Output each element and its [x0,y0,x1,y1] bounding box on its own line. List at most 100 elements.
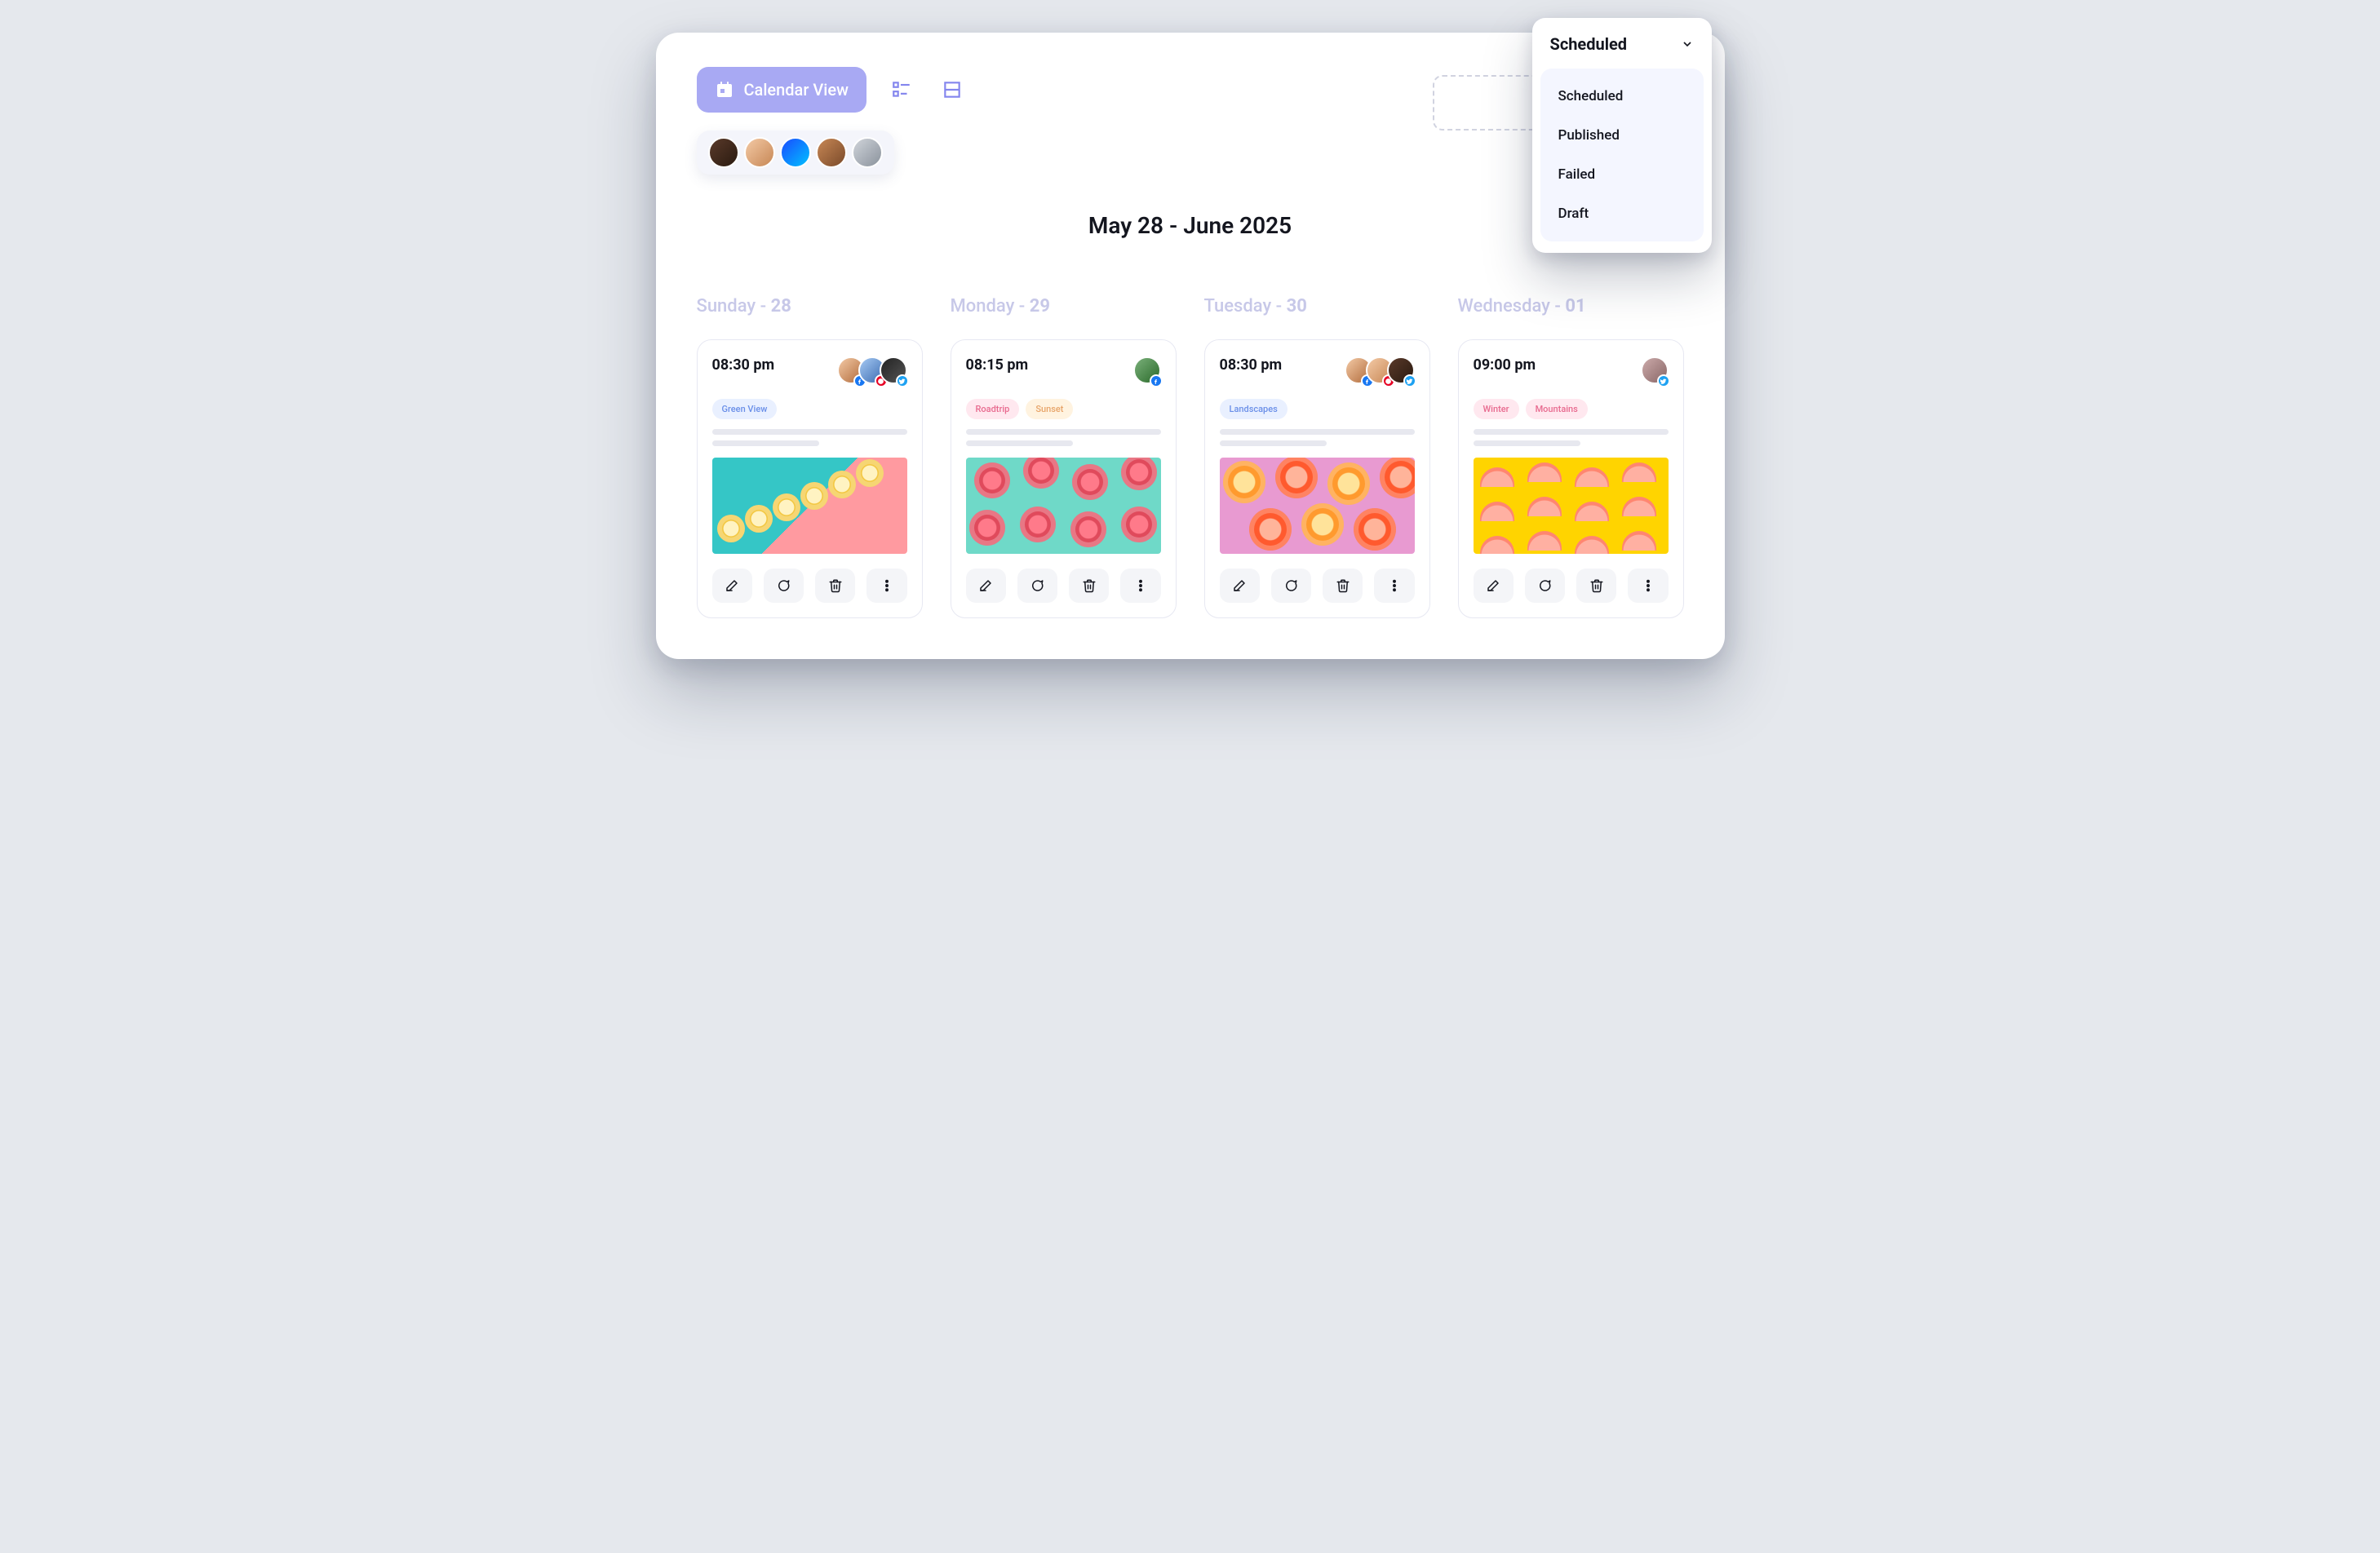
day-number: 29 [1030,296,1050,316]
edit-icon [1232,578,1247,593]
team-avatar[interactable] [744,137,775,168]
post-actions [712,569,907,603]
comment-icon [776,578,791,593]
edit-button[interactable] [712,569,752,603]
edit-icon [1486,578,1500,593]
edit-icon [725,578,739,593]
edit-button[interactable] [1220,569,1260,603]
twitter-icon [1403,374,1416,387]
assignee[interactable] [1387,356,1415,384]
grid-view-icon [942,79,963,100]
post-time: 08:30 pm [1220,356,1283,374]
status-filter-selected-label: Scheduled [1550,34,1628,54]
post-thumbnail[interactable] [1474,458,1669,554]
more-vertical-icon [1387,578,1402,593]
day-weekday: Wednesday [1458,296,1550,316]
trash-icon [1082,578,1097,593]
delete-button[interactable] [815,569,855,603]
post-assignees [837,356,907,384]
post-tags: Landscapes [1220,399,1415,419]
edit-button[interactable] [1474,569,1514,603]
status-option-scheduled[interactable]: Scheduled [1540,77,1704,116]
more-button[interactable] [866,569,906,603]
post-actions [1220,569,1415,603]
caption-placeholder [966,429,1161,446]
more-vertical-icon [880,578,894,593]
chevron-down-icon [1681,38,1694,51]
post-tags: Green View [712,399,907,419]
tag[interactable]: Landscapes [1220,399,1288,419]
status-option-failed[interactable]: Failed [1540,155,1704,194]
comment-icon [1030,578,1044,593]
post-tags: Winter Mountains [1474,399,1669,419]
day-header: Tuesday - 30 [1204,296,1430,316]
trash-icon [1589,578,1604,593]
day-headers-row: Sunday - 28 Monday - 29 Tuesday - 30 Wed… [697,296,1684,316]
comment-button[interactable] [1271,569,1311,603]
tag[interactable]: Mountains [1526,399,1588,419]
post-card: 08:30 pm Landscapes [1204,339,1430,618]
day-number: 30 [1287,296,1307,316]
post-card: 09:00 pm Winter Mountains [1458,339,1684,618]
post-tags: Roadtrip Sunset [966,399,1161,419]
comment-button[interactable] [1525,569,1565,603]
post-actions [966,569,1161,603]
edit-icon [978,578,993,593]
grid-view-button[interactable] [937,74,968,105]
twitter-icon [896,374,909,387]
team-avatar-strip[interactable] [697,131,894,175]
delete-button[interactable] [1576,569,1616,603]
calendar-icon [715,80,734,100]
comment-button[interactable] [764,569,804,603]
post-thumbnail[interactable] [1220,458,1415,554]
team-avatar[interactable] [708,137,739,168]
app-window: Scheduled Scheduled Published Failed Dra… [656,33,1725,659]
trash-icon [828,578,843,593]
day-number: 28 [771,296,791,316]
day-weekday: Tuesday [1204,296,1272,316]
status-filter-menu: Scheduled Published Failed Draft [1540,69,1704,241]
post-time: 08:15 pm [966,356,1029,374]
edit-button[interactable] [966,569,1006,603]
more-button[interactable] [1120,569,1160,603]
more-vertical-icon [1133,578,1148,593]
more-button[interactable] [1628,569,1668,603]
status-option-draft[interactable]: Draft [1540,194,1704,233]
team-avatar[interactable] [816,137,847,168]
post-assignees [1345,356,1415,384]
day-header: Wednesday - 01 [1458,296,1684,316]
tag[interactable]: Sunset [1026,399,1073,419]
team-avatar[interactable] [852,137,883,168]
team-avatar[interactable] [780,137,811,168]
post-thumbnail[interactable] [966,458,1161,554]
calendar-view-button[interactable]: Calendar View [697,67,866,113]
status-filter-toggle[interactable]: Scheduled [1532,29,1712,65]
assignee[interactable] [880,356,907,384]
cards-row: 08:30 pm Green View [697,339,1684,618]
caption-placeholder [1474,429,1669,446]
post-card: 08:30 pm Green View [697,339,923,618]
delete-button[interactable] [1323,569,1363,603]
tag[interactable]: Roadtrip [966,399,1020,419]
post-thumbnail[interactable] [712,458,907,554]
day-header: Monday - 29 [951,296,1177,316]
day-header: Sunday - 28 [697,296,923,316]
assignee[interactable] [1641,356,1669,384]
tag[interactable]: Winter [1474,399,1519,419]
status-option-published[interactable]: Published [1540,116,1704,155]
caption-placeholder [712,429,907,446]
tag[interactable]: Green View [712,399,778,419]
list-view-button[interactable] [886,74,917,105]
more-button[interactable] [1374,569,1414,603]
delete-button[interactable] [1069,569,1109,603]
post-card: 08:15 pm Roadtrip Sunset [951,339,1177,618]
post-actions [1474,569,1669,603]
day-weekday: Monday [951,296,1015,316]
comment-button[interactable] [1017,569,1057,603]
caption-placeholder [1220,429,1415,446]
facebook-icon [1150,374,1163,387]
post-time: 08:30 pm [712,356,775,374]
assignee[interactable] [1133,356,1161,384]
day-number: 01 [1565,296,1585,316]
post-assignees [1641,356,1669,384]
